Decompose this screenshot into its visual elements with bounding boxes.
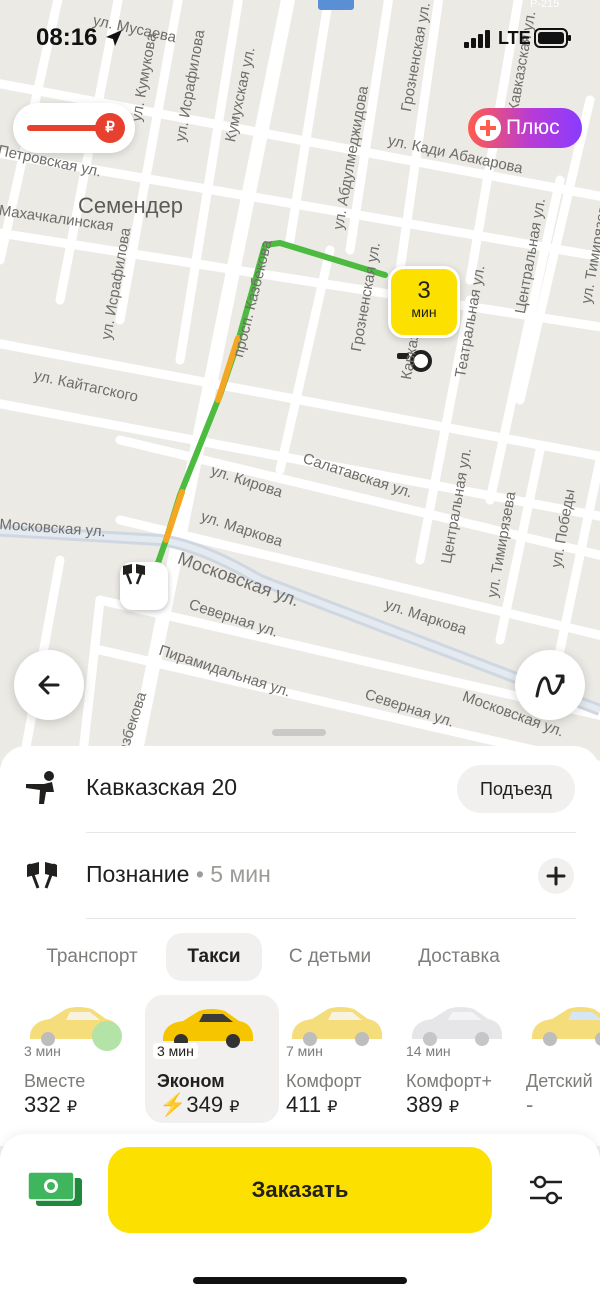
- plus-icon: [475, 115, 501, 141]
- cashback-toggle-button[interactable]: ₽: [13, 103, 135, 153]
- tariff-eta: 3 мин: [24, 1043, 61, 1059]
- eta-unit: мин: [411, 304, 437, 320]
- tariff-price: -: [526, 1092, 534, 1117]
- plus-badge[interactable]: Плюс: [468, 108, 582, 148]
- plus-icon: [546, 866, 566, 886]
- tariff-card-comfort[interactable]: 7 мин Комфорт 411 ₽: [286, 995, 406, 1123]
- payment-method-button[interactable]: [26, 1170, 84, 1210]
- destination-name: Познание: [86, 861, 190, 887]
- tariff-name: Комфорт: [286, 1071, 362, 1091]
- car-icon: [292, 1007, 382, 1046]
- surge-lightning-icon: ⚡: [159, 1092, 187, 1117]
- options-button[interactable]: [526, 1172, 566, 1208]
- tariff-price: 332 ₽: [24, 1092, 78, 1117]
- tariff-card-together[interactable]: 3 мин Вместе 332 ₽: [24, 995, 144, 1123]
- destination-time: 5 мин: [210, 861, 271, 887]
- cash-icon: [27, 1171, 82, 1206]
- status-time: 08:16: [36, 24, 98, 51]
- tab-delivery[interactable]: Доставка: [404, 933, 514, 981]
- tariff-card-economy[interactable]: 3 мин Эконом ⚡349 ₽: [145, 995, 279, 1123]
- battery-icon: [534, 28, 571, 48]
- order-button[interactable]: Заказать: [108, 1147, 492, 1233]
- tab-taxi[interactable]: Такси: [166, 933, 262, 981]
- tariff-eta: 3 мин: [153, 1043, 198, 1059]
- car-icon: [532, 1007, 600, 1046]
- destination-row[interactable]: Познание • 5 мин: [86, 861, 271, 888]
- entrance-button[interactable]: Подъезд: [457, 765, 575, 813]
- tab-transport[interactable]: Транспорт: [34, 933, 150, 981]
- tab-kids[interactable]: С детьми: [278, 933, 382, 981]
- destination-flag-marker: [120, 562, 168, 610]
- location-arrow-icon: [106, 30, 122, 46]
- sheet-handle[interactable]: [272, 729, 326, 736]
- tariff-price: ⚡349 ₽: [159, 1092, 240, 1117]
- route-icon: [535, 674, 565, 698]
- district-label: Семендер: [78, 193, 183, 218]
- route-overview-button[interactable]: [515, 650, 585, 720]
- tariff-name: Эконом: [157, 1071, 225, 1091]
- tariff-price: 389 ₽: [406, 1092, 460, 1117]
- eta-marker: 3 мин: [388, 266, 460, 338]
- ruble-lightning-icon: ₽: [95, 113, 125, 143]
- tariff-name: Детский: [526, 1071, 593, 1091]
- status-bar: 08:16 LTE: [0, 0, 600, 76]
- tariff-name: Комфорт+: [406, 1071, 493, 1091]
- tariff-card-kids[interactable]: Детский -: [526, 995, 600, 1123]
- network-type: LTE: [498, 28, 531, 48]
- tariff-eta: 14 мин: [406, 1043, 451, 1059]
- plus-label: Плюс: [506, 116, 560, 139]
- people-icon: [92, 1021, 122, 1051]
- divider: [86, 832, 576, 833]
- pickup-address[interactable]: Кавказская 20: [86, 774, 237, 801]
- tariff-price: 411 ₽: [286, 1092, 338, 1117]
- add-stop-button[interactable]: [538, 858, 574, 894]
- tariff-card-comfort-plus[interactable]: 14 мин Комфорт+ 389 ₽: [406, 995, 526, 1123]
- finish-flag-icon: [122, 564, 146, 585]
- divider: [86, 918, 576, 919]
- car-icon: [412, 1007, 502, 1046]
- settings-sliders-icon: [530, 1175, 562, 1205]
- home-indicator: [193, 1277, 407, 1284]
- back-button[interactable]: [14, 650, 84, 720]
- tariff-name: Вместе: [24, 1071, 86, 1091]
- person-waving-icon: [26, 771, 54, 804]
- finish-flag-icon: [27, 862, 57, 889]
- tariff-eta: 7 мин: [286, 1043, 323, 1059]
- eta-value: 3: [417, 277, 431, 304]
- arrow-left-icon: [38, 675, 60, 695]
- signal-icon: [464, 30, 490, 48]
